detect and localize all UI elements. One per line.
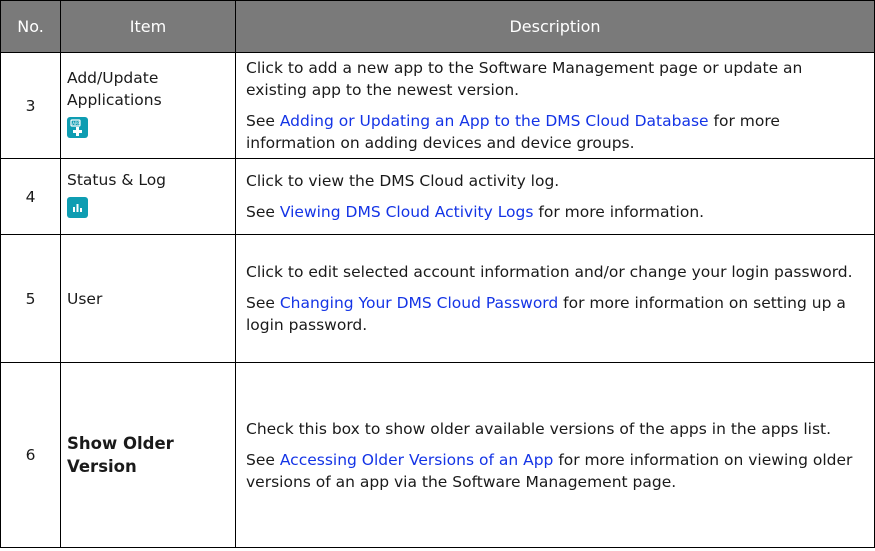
row-number: 4 [0,158,61,235]
add-app-icon: APP [67,117,88,138]
description-text: Check this box to show older available v… [246,419,832,438]
description-cell: Check this box to show older available v… [235,362,875,548]
row-number: 6 [0,362,61,548]
table-row: 3 Add/Update Applications APP Click to a… [0,52,875,159]
svg-text:APP: APP [72,121,80,126]
description-text: Click to view the DMS Cloud activity log… [246,172,560,190]
description-see-also: See Adding or Updating an App to the DMS… [246,112,780,152]
doc-link[interactable]: Adding or Updating an App to the DMS Clo… [280,112,709,130]
doc-link[interactable]: Changing Your DMS Cloud Password [280,294,558,312]
status-log-chart-icon [67,197,88,218]
reference-table: No. Item Description 3 Add/Update Applic… [0,0,875,548]
description-cell: Click to view the DMS Cloud activity log… [235,158,875,235]
header-item: Item [60,0,236,53]
row-number: 3 [0,52,61,159]
item-label: Applications [67,91,162,109]
item-cell: Status & Log [60,158,236,235]
item-cell: Add/Update Applications APP [60,52,236,159]
doc-link[interactable]: Viewing DMS Cloud Activity Logs [280,203,534,221]
description-cell: Click to edit selected account informati… [235,234,875,363]
description-text: Click to edit selected account informati… [246,263,853,281]
doc-link[interactable]: Accessing Older Versions of an App [280,451,554,469]
table-header-row: No. Item Description [0,0,875,53]
table-row: 5 User Click to edit selected account in… [0,234,875,363]
description-text: Click to add a new app to the Software M… [246,59,803,99]
header-description: Description [235,0,875,53]
description-see-also: See Changing Your DMS Cloud Password for… [246,294,846,334]
table-row: 6 Show Older Version Check this box to s… [0,362,875,548]
description-see-also: See Viewing DMS Cloud Activity Logs for … [246,203,705,221]
item-label: User [67,289,103,308]
item-label: Version [67,457,137,476]
item-cell: User [60,234,236,363]
item-label: Add/Update [67,69,159,87]
header-no: No. [0,0,61,53]
item-label: Show Older [67,434,174,453]
item-cell: Show Older Version [60,362,236,548]
item-label: Status & Log [67,171,167,189]
description-see-also: See Accessing Older Versions of an App f… [246,450,853,491]
row-number: 5 [0,234,61,363]
table-row: 4 Status & Log Click to view the DMS Clo… [0,158,875,235]
description-cell: Click to add a new app to the Software M… [235,52,875,159]
